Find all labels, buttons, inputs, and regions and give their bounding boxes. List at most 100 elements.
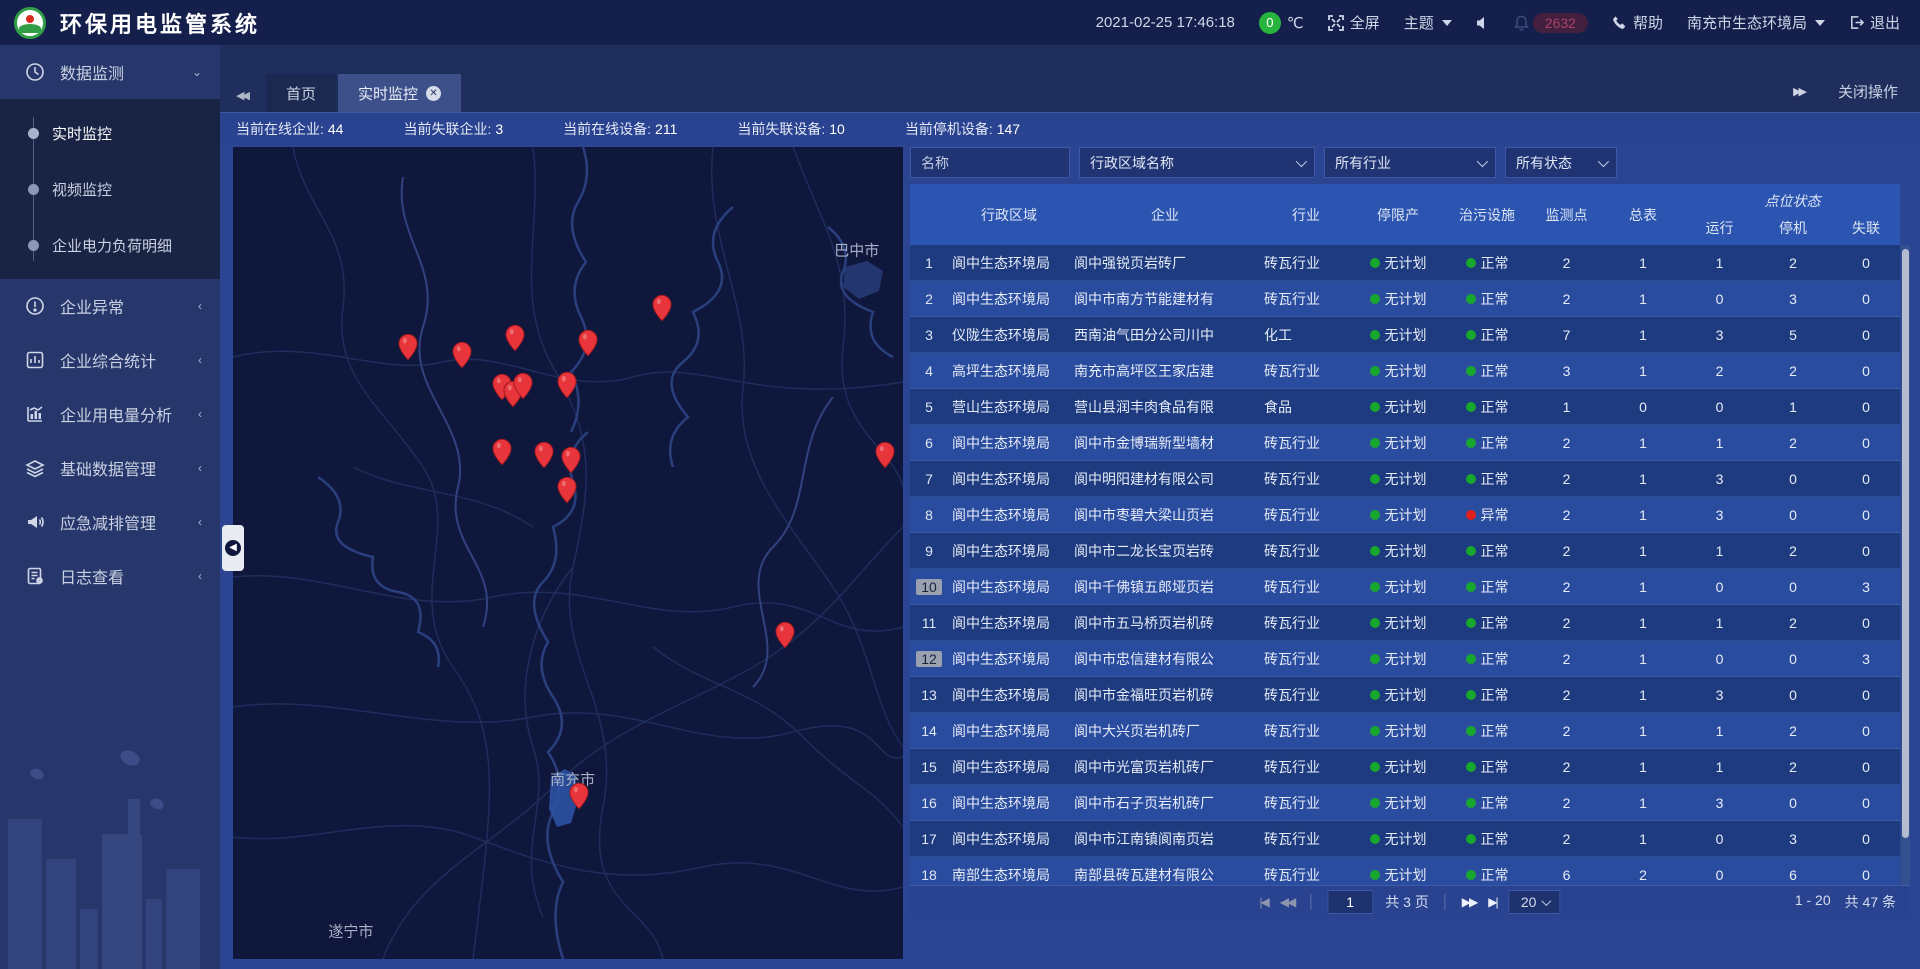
region-map[interactable]: 巴中市南充市遂宁市	[233, 147, 903, 959]
table-row[interactable]: 9 阆中生态环境局 阆中市二龙长宝页岩砖 砖瓦行业 无计划 正常 2 1 1 2…	[910, 533, 1900, 569]
map-marker-pin-icon[interactable]	[452, 341, 472, 369]
cell-facility-status: 正常	[1444, 857, 1530, 885]
cell-monitor-count: 2	[1530, 821, 1603, 856]
cell-company: 南部县砖瓦建材有限公	[1070, 857, 1260, 885]
row-number: 1	[910, 245, 948, 280]
cell-facility-status: 正常	[1444, 353, 1530, 388]
status-dot-green	[1370, 474, 1380, 484]
table-scrollbar[interactable]	[1901, 245, 1910, 885]
mute-speaker-icon[interactable]	[1476, 16, 1490, 30]
cell-total-meter: 1	[1603, 533, 1683, 568]
map-marker-pin-icon[interactable]	[557, 476, 577, 504]
sidebar-item-3[interactable]: 企业用电量分析‹	[0, 387, 220, 441]
page-number-input[interactable]	[1327, 890, 1373, 914]
tab-close-icon[interactable]: ✕	[426, 86, 441, 101]
map-marker-pin-icon[interactable]	[652, 294, 672, 322]
cell-facility-status: 正常	[1444, 389, 1530, 424]
cell-region: 阆中生态环境局	[948, 425, 1070, 460]
fullscreen-button[interactable]: 全屏	[1328, 12, 1380, 33]
status-dot-green	[1370, 834, 1380, 844]
cell-total-meter: 1	[1603, 785, 1683, 820]
cell-stop-status: 无计划	[1352, 497, 1444, 532]
first-page-icon[interactable]: |◀	[1259, 895, 1267, 909]
table-row[interactable]: 3 仪陇生态环境局 西南油气田分公司川中 化工 无计划 正常 7 1 3 5 0	[910, 317, 1900, 353]
row-number: 17	[910, 821, 948, 856]
status-dot-green	[1370, 654, 1380, 664]
table-row[interactable]: 16 阆中生态环境局 阆中市石子页岩机砖厂 砖瓦行业 无计划 正常 2 1 3 …	[910, 785, 1900, 821]
table-row[interactable]: 6 阆中生态环境局 阆中市金博瑞新型墙材 砖瓦行业 无计划 正常 2 1 1 2…	[910, 425, 1900, 461]
map-marker-pin-icon[interactable]	[398, 333, 418, 361]
cell-halt-count: 1	[1756, 389, 1830, 424]
sidebar-subitem-0-2[interactable]: 企业电力负荷明细	[0, 217, 220, 273]
table-row[interactable]: 4 高坪生态环境局 南充市高坪区王家店建 砖瓦行业 无计划 正常 3 1 2 2…	[910, 353, 1900, 389]
industry-select[interactable]: 所有行业	[1324, 147, 1496, 178]
table-row[interactable]: 11 阆中生态环境局 阆中市五马桥页岩机砖 砖瓦行业 无计划 正常 2 1 1 …	[910, 605, 1900, 641]
table-row[interactable]: 7 阆中生态环境局 阆中明阳建材有限公司 砖瓦行业 无计划 正常 2 1 3 0…	[910, 461, 1900, 497]
map-marker-pin-icon[interactable]	[492, 438, 512, 466]
sidebar-item-4[interactable]: 基础数据管理‹	[0, 441, 220, 495]
notifications-button[interactable]: 2632	[1514, 13, 1588, 33]
last-page-icon[interactable]: ▶|	[1488, 895, 1496, 909]
map-marker-pin-icon[interactable]	[561, 446, 581, 474]
cell-company: 营山县润丰肉食品有限	[1070, 389, 1260, 424]
table-row[interactable]: 13 阆中生态环境局 阆中市金福旺页岩机砖 砖瓦行业 无计划 正常 2 1 3 …	[910, 677, 1900, 713]
map-marker-pin-icon[interactable]	[505, 324, 525, 352]
logout-button[interactable]: 退出	[1849, 12, 1900, 33]
table-row[interactable]: 12 阆中生态环境局 阆中市忠信建材有限公 砖瓦行业 无计划 正常 2 1 0 …	[910, 641, 1900, 677]
stats-icon	[24, 349, 46, 371]
table-row[interactable]: 10 阆中生态环境局 阆中千佛镇五郎垭页岩 砖瓦行业 无计划 正常 2 1 0 …	[910, 569, 1900, 605]
sidebar-item-6[interactable]: 日志查看‹	[0, 549, 220, 603]
table-row[interactable]: 1 阆中生态环境局 阆中强锐页岩砖厂 砖瓦行业 无计划 正常 2 1 1 2 0	[910, 245, 1900, 281]
map-marker-pin-icon[interactable]	[578, 329, 598, 357]
facility-status-dot	[1466, 726, 1476, 736]
sidebar-item-5[interactable]: 应急减排管理‹	[0, 495, 220, 549]
sidebar-subitem-0-1[interactable]: 视频监控	[0, 161, 220, 217]
page-size-select[interactable]: 20	[1509, 890, 1561, 914]
org-dropdown[interactable]: 南充市生态环境局	[1687, 12, 1825, 33]
close-operations-button[interactable]: 关闭操作	[1838, 81, 1898, 102]
help-button[interactable]: 帮助	[1612, 12, 1663, 33]
sidebar-item-1[interactable]: 企业异常‹	[0, 279, 220, 333]
stat-value: 3	[495, 121, 503, 137]
theme-dropdown[interactable]: 主题	[1404, 12, 1452, 33]
next-page-icon[interactable]: ▶▶	[1462, 895, 1476, 909]
cell-company: 阆中市金福旺页岩机砖	[1070, 677, 1260, 712]
map-marker-pin-icon[interactable]	[569, 782, 589, 810]
tab-1[interactable]: 实时监控 ✕	[338, 74, 461, 112]
tab-0[interactable]: 首页	[266, 74, 336, 112]
cell-industry: 砖瓦行业	[1260, 605, 1352, 640]
row-number: 11	[910, 605, 948, 640]
cell-region: 南部生态环境局	[948, 857, 1070, 885]
map-marker-pin-icon[interactable]	[557, 371, 577, 399]
sidebar-subitem-0-0[interactable]: 实时监控	[0, 105, 220, 161]
sidebar-collapse-handle[interactable]: ◀	[222, 525, 244, 571]
cell-total-meter: 1	[1603, 497, 1683, 532]
sidebar-item-0[interactable]: 数据监测⌄	[0, 45, 220, 99]
table-row[interactable]: 14 阆中生态环境局 阆中大兴页岩机砖厂 砖瓦行业 无计划 正常 2 1 1 2…	[910, 713, 1900, 749]
map-marker-pin-icon[interactable]	[775, 621, 795, 649]
chevron-left-icon: ‹	[198, 461, 202, 475]
table-row[interactable]: 15 阆中生态环境局 阆中市光富页岩机砖厂 砖瓦行业 无计划 正常 2 1 1 …	[910, 749, 1900, 785]
table-row[interactable]: 17 阆中生态环境局 阆中市江南镇阆南页岩 砖瓦行业 无计划 正常 2 1 0 …	[910, 821, 1900, 857]
table-row[interactable]: 2 阆中生态环境局 阆中市南方节能建材有 砖瓦行业 无计划 正常 2 1 0 3…	[910, 281, 1900, 317]
cell-facility-status: 正常	[1444, 641, 1530, 676]
status-select[interactable]: 所有状态	[1505, 147, 1617, 178]
cell-lost-count: 3	[1830, 641, 1900, 676]
name-search-input[interactable]	[910, 147, 1070, 178]
cell-company: 阆中市五马桥页岩机砖	[1070, 605, 1260, 640]
table-row[interactable]: 18 南部生态环境局 南部县砖瓦建材有限公 砖瓦行业 无计划 正常 6 2 0 …	[910, 857, 1900, 885]
region-select[interactable]: 行政区域名称	[1079, 147, 1315, 178]
tab-label: 实时监控	[358, 83, 418, 104]
table-row[interactable]: 5 营山生态环境局 营山县润丰肉食品有限 食品 无计划 正常 1 0 0 1 0	[910, 389, 1900, 425]
map-marker-pin-icon[interactable]	[534, 441, 554, 469]
tabs-scroll-right-icon[interactable]: ▶▶	[1793, 85, 1804, 98]
map-marker-pin-icon[interactable]	[875, 441, 895, 469]
map-marker-pin-icon[interactable]	[513, 372, 533, 400]
sidebar-subitem-label: 企业电力负荷明细	[52, 235, 172, 256]
row-number: 6	[910, 425, 948, 460]
table-row[interactable]: 8 阆中生态环境局 阆中市枣碧大梁山页岩 砖瓦行业 无计划 异常 2 1 3 0…	[910, 497, 1900, 533]
prev-page-icon[interactable]: ◀◀	[1280, 895, 1294, 909]
sidebar-item-2[interactable]: 企业综合统计‹	[0, 333, 220, 387]
cell-company: 阆中市枣碧大梁山页岩	[1070, 497, 1260, 532]
tabs-scroll-left-icon[interactable]: ◀◀	[236, 89, 247, 102]
